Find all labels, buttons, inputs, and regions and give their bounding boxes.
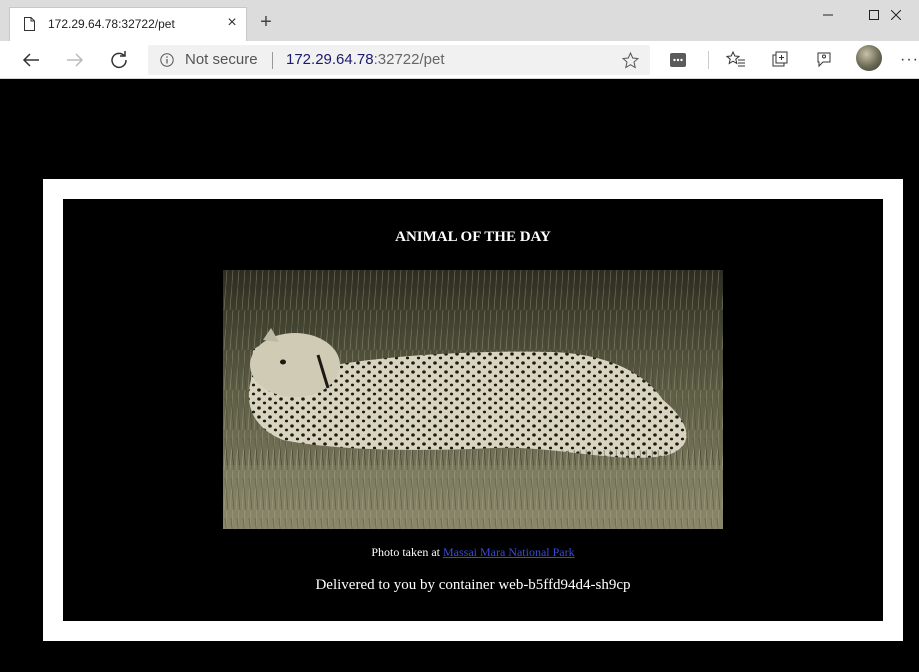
feedback-icon[interactable] [813, 49, 835, 71]
extension-icon[interactable] [667, 49, 689, 71]
tab-title: 172.29.64.78:32722/pet [48, 17, 175, 31]
content-panel: ANIMAL OF THE DAY Photo taken at Massai … [63, 199, 883, 621]
collections-icon[interactable] [769, 49, 791, 71]
content-frame: ANIMAL OF THE DAY Photo taken at Massai … [43, 179, 903, 641]
profile-avatar[interactable] [856, 45, 882, 71]
info-icon[interactable] [160, 53, 174, 67]
toolbar-divider [708, 51, 709, 69]
browser-tab[interactable]: 172.29.64.78:32722/pet × [9, 7, 247, 41]
url-text[interactable]: 172.29.64.78:32722/pet [286, 51, 445, 68]
url-host: 172.29.64.78 [286, 51, 374, 68]
photo-caption: Photo taken at Massai Mara National Park [63, 545, 883, 560]
container-info: Delivered to you by container web-b5ffd9… [315, 577, 631, 593]
security-label[interactable]: Not secure [185, 51, 258, 68]
page-title: ANIMAL OF THE DAY [395, 229, 551, 245]
browser-toolbar: Not secure 172.29.64.78:32722/pet ··· [0, 41, 919, 79]
address-divider [272, 52, 273, 69]
park-link[interactable]: Massai Mara National Park [443, 545, 575, 559]
address-bar[interactable]: Not secure 172.29.64.78:32722/pet [148, 45, 650, 75]
cheetah-photo [223, 270, 723, 529]
more-options-icon[interactable]: ··· [900, 51, 919, 69]
url-path: :32722/pet [373, 51, 445, 68]
close-window-icon[interactable] [873, 0, 919, 30]
favorites-icon[interactable] [725, 49, 747, 71]
title-bar: 172.29.64.78:32722/pet × + [0, 0, 919, 41]
forward-icon[interactable] [60, 45, 90, 75]
close-tab-icon[interactable]: × [224, 15, 240, 31]
back-icon[interactable] [16, 45, 46, 75]
minimize-icon[interactable] [805, 0, 851, 30]
caption-prefix: Photo taken at [371, 545, 440, 559]
page-icon [24, 17, 35, 31]
new-tab-icon[interactable]: + [256, 12, 276, 32]
refresh-icon[interactable] [104, 45, 134, 75]
favorite-star-icon[interactable] [622, 52, 639, 69]
